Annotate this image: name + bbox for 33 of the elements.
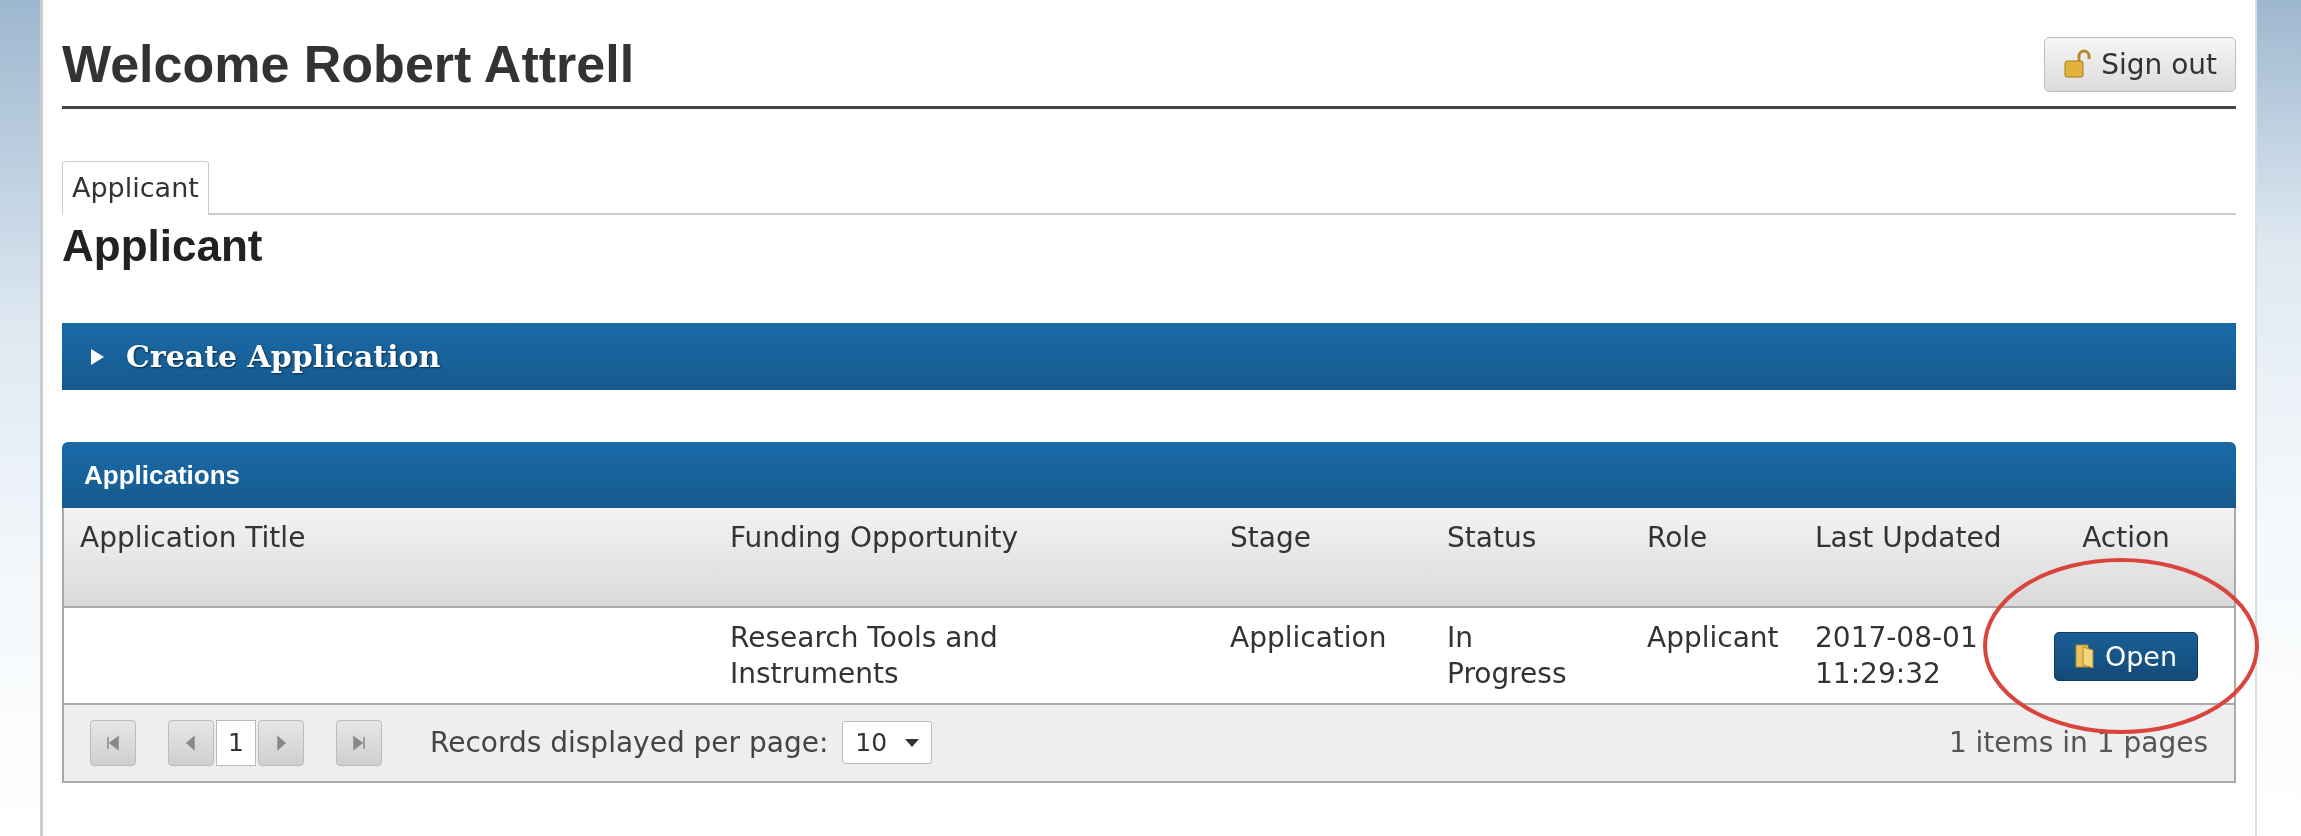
previous-page-button[interactable] — [168, 719, 214, 766]
column-header[interactable]: Last Updated — [1799, 508, 2014, 607]
tab[interactable]: Applicant — [62, 161, 209, 215]
page-number-field[interactable]: 1 — [216, 719, 256, 766]
panel-title: Create Application — [126, 339, 441, 374]
per-page-label: Records displayed per page: — [430, 726, 829, 760]
open-button[interactable]: Open — [2053, 631, 2199, 681]
folder-icon — [2074, 643, 2095, 670]
padlock-icon — [2063, 49, 2094, 79]
column-header[interactable]: Stage — [1214, 508, 1431, 607]
create-application-bar[interactable]: Create Application — [62, 323, 2236, 390]
last-page-button[interactable] — [336, 719, 382, 766]
per-page-dropdown[interactable]: 10 — [842, 721, 933, 765]
column-header[interactable]: Action — [2014, 508, 2234, 607]
table-cell: Research Tools and Instruments — [730, 621, 998, 691]
table-cell: In Progress — [1447, 621, 1567, 691]
column-header[interactable]: Status — [1431, 508, 1631, 607]
column-header[interactable]: Role — [1631, 508, 1799, 607]
skip-first-icon — [105, 734, 121, 751]
table-cell: Applicant — [1647, 621, 1779, 654]
sign-out-button[interactable]: Sign out — [2044, 36, 2236, 92]
panel-title: Applications — [84, 459, 240, 491]
triangle-right-icon — [88, 347, 106, 366]
skip-last-icon — [351, 734, 367, 751]
next-page-button[interactable] — [258, 719, 304, 766]
first-page-button[interactable] — [90, 719, 136, 766]
section-heading: Applicant — [62, 221, 264, 271]
column-header[interactable]: Funding Opportunity — [714, 508, 1214, 607]
table-cell: Application — [1230, 621, 1387, 654]
table-cell: 2017-08-01 11:29:32 — [1815, 621, 1978, 691]
column-header[interactable]: Application Title — [64, 508, 714, 607]
welcome-heading: Welcome Robert Attrell — [62, 34, 635, 94]
caret-icon — [905, 738, 920, 747]
